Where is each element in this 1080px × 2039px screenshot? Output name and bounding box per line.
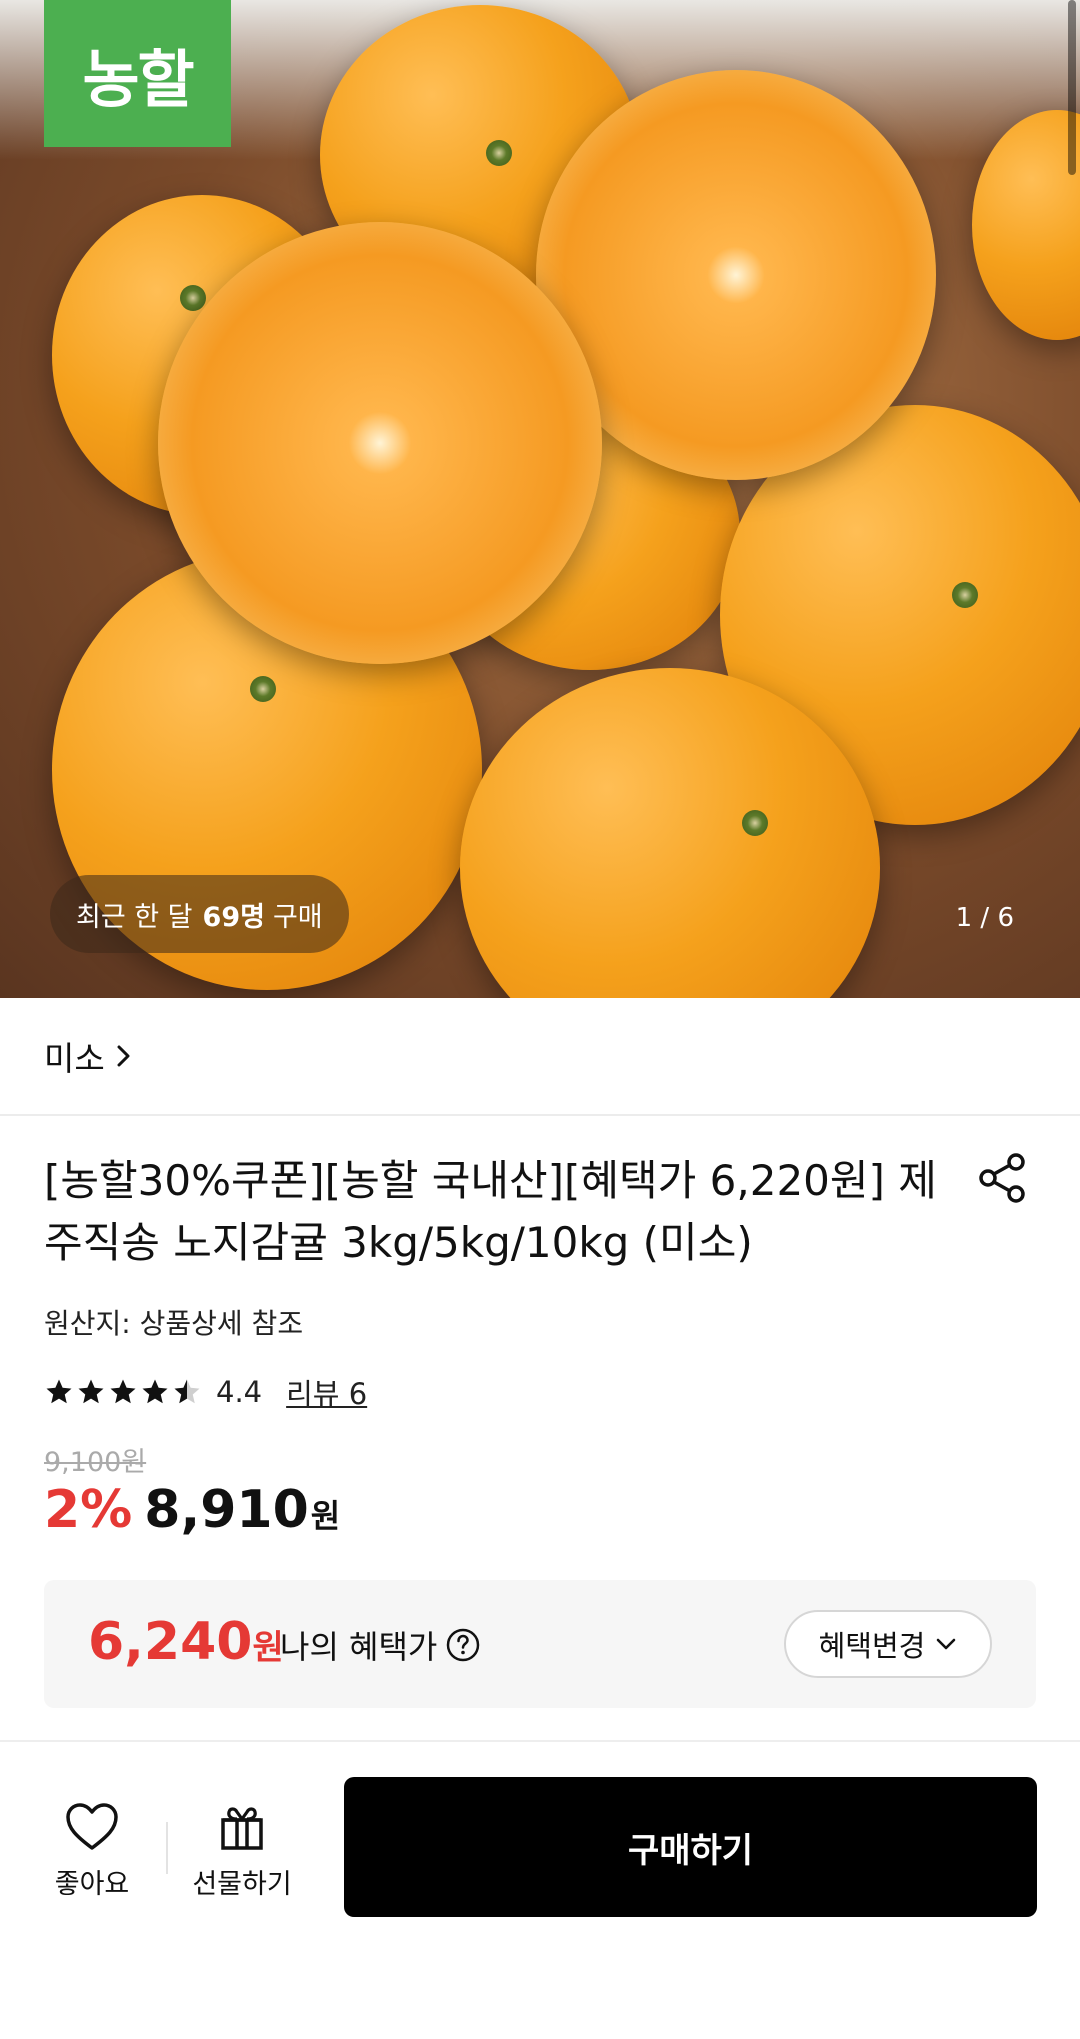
recent-purchase-prefix: 최근 한 달 [76,901,193,933]
benefit-change-button[interactable]: 혜택변경 [784,1610,992,1678]
original-price: 9,100원 [44,1447,147,1478]
star-full-icon [110,1379,136,1404]
recent-purchase-count: 69명 [202,901,265,933]
star-full-icon [46,1379,72,1404]
orange-half-image [158,222,602,664]
benefit-label-text: 나의 혜택가 [280,1628,438,1666]
recent-purchase-badge: 최근 한 달 69명 구매 [50,875,349,953]
orange-stem [486,140,512,166]
rating-stars [44,1377,202,1407]
gift-button[interactable]: 선물하기 [182,1802,302,1912]
benefit-change-label: 혜택변경 [818,1629,926,1663]
divider [166,1822,168,1874]
orange-stem [952,582,978,608]
discount-rate: 2% [44,1480,133,1540]
benefit-price-value: 6,240 [88,1612,253,1672]
benefit-label: 나의 혜택가 [280,1622,481,1668]
orange-stem [180,285,206,311]
price-row: 2% 8,910 원 [44,1480,340,1540]
rating-value: 4.4 [216,1375,263,1409]
seller-link[interactable]: 미소 [44,1032,135,1080]
brand-badge: 농할 [44,0,231,147]
benefit-price: 6,240원 [88,1612,284,1672]
chevron-down-icon [937,1638,956,1650]
product-image-carousel[interactable]: 농할 최근 한 달 69명 구매 1 / 6 [0,0,1080,998]
scrollbar[interactable] [1068,0,1076,175]
product-title-line-2: 주직송 노지감귤 3kg/5kg/10kg (미소) [44,1218,753,1267]
rating-row: 4.4 리뷰 6 [44,1370,367,1414]
seller-name: 미소 [44,1039,105,1078]
product-title: [농할30%쿠폰][농할 국내산][혜택가 6,220원] 제 주직송 노지감귤… [44,1150,944,1274]
gift-icon [221,1807,263,1850]
gift-label: 선물하기 [192,1869,292,1900]
buy-button[interactable]: 구매하기 [344,1777,1037,1917]
heart-icon [66,1803,118,1850]
divider [0,1114,1080,1116]
chevron-right-icon [117,1045,130,1067]
orange-stem [250,676,276,702]
orange-stem [742,810,768,836]
like-button[interactable]: 좋아요 [32,1802,152,1912]
like-label: 좋아요 [54,1869,130,1900]
share-icon[interactable] [976,1150,1032,1206]
sale-price: 8,910 [144,1480,309,1540]
star-full-icon [78,1379,104,1404]
origin-info: 원산지: 상품상세 참조 [44,1307,304,1340]
question-circle-icon[interactable] [445,1627,481,1663]
star-full-icon [142,1379,168,1404]
product-title-line-1: [농할30%쿠폰][농할 국내산][혜택가 6,220원] 제 [44,1156,937,1205]
recent-purchase-suffix: 구매 [272,901,323,933]
image-page-indicator: 1 / 6 [955,903,1014,933]
benefit-price-box: 6,240원 나의 혜택가 혜택변경 [44,1580,1036,1708]
bottom-action-bar: 좋아요 선물하기 구매하기 [0,1740,1080,2039]
star-half-icon [174,1379,200,1404]
sale-price-unit: 원 [310,1497,341,1535]
review-link[interactable]: 리뷰 6 [286,1371,367,1413]
